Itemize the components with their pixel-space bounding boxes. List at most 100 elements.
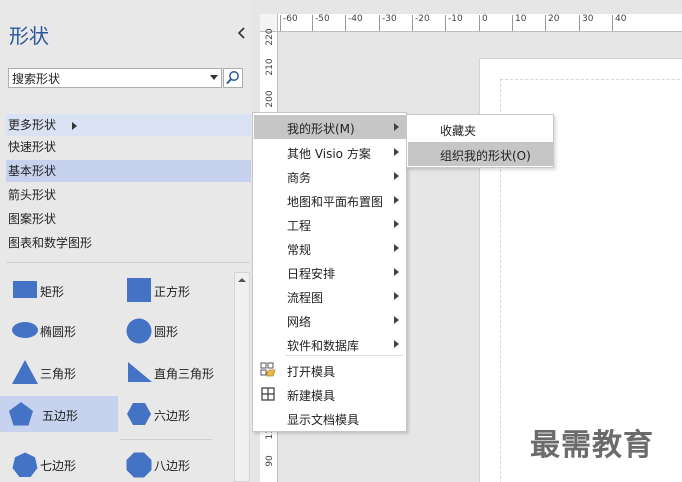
master-ellipse[interactable]: 椭圆形 — [4, 312, 114, 348]
menu-item-schedule[interactable]: 日程安排 — [254, 260, 406, 284]
stencil-pattern-shapes[interactable]: 图案形状 — [6, 208, 251, 230]
master-circle[interactable]: 圆形 — [118, 312, 228, 348]
chevron-right-icon — [394, 316, 399, 324]
menu-item-my-shapes[interactable]: 我的形状(M) — [254, 115, 406, 139]
master-label: 三角形 — [40, 367, 77, 381]
hexagon-icon — [127, 403, 151, 425]
stencil-label: 图案形状 — [8, 212, 57, 226]
ellipse-icon — [12, 322, 38, 338]
master-octagon[interactable]: 八边形 — [118, 446, 228, 482]
rectangle-icon — [13, 281, 37, 298]
triangle-icon — [12, 360, 38, 384]
search-box[interactable] — [8, 68, 222, 88]
stencil-label: 箭头形状 — [8, 188, 57, 202]
master-label: 七边形 — [40, 459, 77, 473]
octagon-icon — [126, 452, 152, 478]
search-icon[interactable] — [223, 68, 243, 88]
collapse-pane-icon[interactable] — [236, 26, 248, 40]
chevron-right-icon — [394, 268, 399, 276]
menu-item-label: 网络 — [287, 315, 312, 329]
menu-item-label: 软件和数据库 — [287, 339, 360, 353]
stencil-more-shapes[interactable]: 更多形状 — [6, 114, 251, 136]
menu-item-label: 日程安排 — [287, 267, 336, 281]
ruler-tick: 210 — [265, 58, 275, 76]
my-shapes-submenu: 收藏夹 组织我的形状(O) — [406, 114, 554, 168]
menu-item-maps-floorplans[interactable]: 地图和平面布置图 — [254, 188, 406, 212]
open-stencil-icon — [260, 362, 276, 377]
ruler-tick: 10 — [515, 14, 527, 24]
menu-item-label: 工程 — [287, 219, 312, 233]
menu-item-network[interactable]: 网络 — [254, 308, 406, 332]
ruler-tick: -30 — [382, 14, 397, 24]
ruler-tick: 20 — [548, 14, 560, 24]
ruler-tick: -10 — [448, 14, 463, 24]
more-shapes-menu: 我的形状(M) 其他 Visio 方案 商务 地图和平面布置图 工程 常规 日程… — [252, 112, 407, 432]
stencil-basic-shapes[interactable]: 基本形状 — [6, 160, 251, 182]
search-input[interactable] — [12, 71, 202, 85]
divider — [6, 262, 250, 263]
submenu-item-label: 收藏夹 — [440, 124, 477, 138]
master-label: 矩形 — [40, 285, 65, 299]
ruler-tick: 200 — [265, 90, 275, 108]
scroll-up-icon[interactable] — [236, 274, 248, 286]
master-label: 正方形 — [154, 285, 191, 299]
chevron-right-icon — [394, 220, 399, 228]
master-rectangle[interactable]: 矩形 — [4, 272, 114, 308]
submenu-item-organize-my-shapes[interactable]: 组织我的形状(O) — [408, 142, 553, 166]
menu-item-software-database[interactable]: 软件和数据库 — [254, 332, 406, 356]
master-label: 直角三角形 — [154, 367, 215, 381]
shapes-pane: 形状 更多形状 快速形状 基本形状 箭头形状 图案形状 图表和数学图形 矩形 正… — [0, 0, 252, 482]
menu-item-label: 其他 Visio 方案 — [287, 147, 371, 161]
master-heptagon[interactable]: 七边形 — [4, 446, 114, 482]
stencil-label: 图表和数学图形 — [8, 236, 93, 250]
ruler-tick: -60 — [283, 14, 298, 24]
master-label: 六边形 — [154, 409, 191, 423]
submenu-item-label: 组织我的形状(O) — [440, 149, 531, 163]
master-square[interactable]: 正方形 — [118, 272, 228, 308]
menu-item-business[interactable]: 商务 — [254, 164, 406, 188]
menu-item-label: 新建模具 — [287, 389, 336, 403]
master-label: 八边形 — [154, 459, 191, 473]
right-triangle-icon — [128, 362, 152, 382]
master-triangle[interactable]: 三角形 — [4, 354, 114, 390]
menu-item-open-stencil[interactable]: 打开模具 — [254, 358, 406, 382]
ruler-tick: -40 — [348, 14, 363, 24]
menu-item-label: 常规 — [287, 243, 312, 257]
horizontal-ruler[interactable]: -60 -50 -40 -30 -20 -10 0 10 20 30 40 — [278, 14, 682, 32]
menu-item-other-visio[interactable]: 其他 Visio 方案 — [254, 140, 406, 164]
menu-item-label: 显示文档模具 — [287, 413, 360, 427]
menu-item-label: 地图和平面布置图 — [287, 195, 384, 209]
master-right-triangle[interactable]: 直角三角形 — [118, 354, 228, 390]
menu-item-label: 打开模具 — [287, 365, 336, 379]
stencil-quick-shapes[interactable]: 快速形状 — [6, 136, 251, 158]
menu-item-new-stencil[interactable]: 新建模具 — [254, 382, 406, 406]
ruler-tick: 30 — [582, 14, 594, 24]
chevron-right-icon — [394, 340, 399, 348]
ruler-tick: 220 — [265, 28, 275, 46]
ruler-tick: 0 — [482, 14, 488, 24]
circle-icon — [126, 318, 152, 344]
pane-title: 形状 — [9, 24, 49, 48]
submenu-item-favorites[interactable]: 收藏夹 — [408, 117, 553, 141]
divider — [285, 355, 403, 356]
menu-item-flowchart[interactable]: 流程图 — [254, 284, 406, 308]
stencil-chart-math-shapes[interactable]: 图表和数学图形 — [6, 232, 251, 254]
ruler-tick: -20 — [415, 14, 430, 24]
chevron-right-icon — [394, 172, 399, 180]
vertical-scrollbar[interactable] — [234, 272, 250, 482]
menu-item-general[interactable]: 常规 — [254, 236, 406, 260]
stencil-label: 快速形状 — [8, 140, 57, 154]
chevron-right-icon — [394, 123, 399, 131]
chevron-right-icon — [394, 244, 399, 252]
master-label: 椭圆形 — [40, 325, 77, 339]
divider — [120, 439, 212, 440]
menu-item-show-document-stencil[interactable]: 显示文档模具 — [254, 406, 406, 430]
master-pentagon[interactable]: 五边形 — [0, 396, 118, 432]
stencil-arrow-shapes[interactable]: 箭头形状 — [6, 184, 251, 206]
chevron-down-icon[interactable] — [210, 75, 218, 81]
stencil-label: 基本形状 — [8, 164, 57, 178]
master-hexagon[interactable]: 六边形 — [118, 396, 228, 432]
new-stencil-icon — [261, 387, 275, 401]
heptagon-icon — [12, 452, 38, 477]
menu-item-engineering[interactable]: 工程 — [254, 212, 406, 236]
